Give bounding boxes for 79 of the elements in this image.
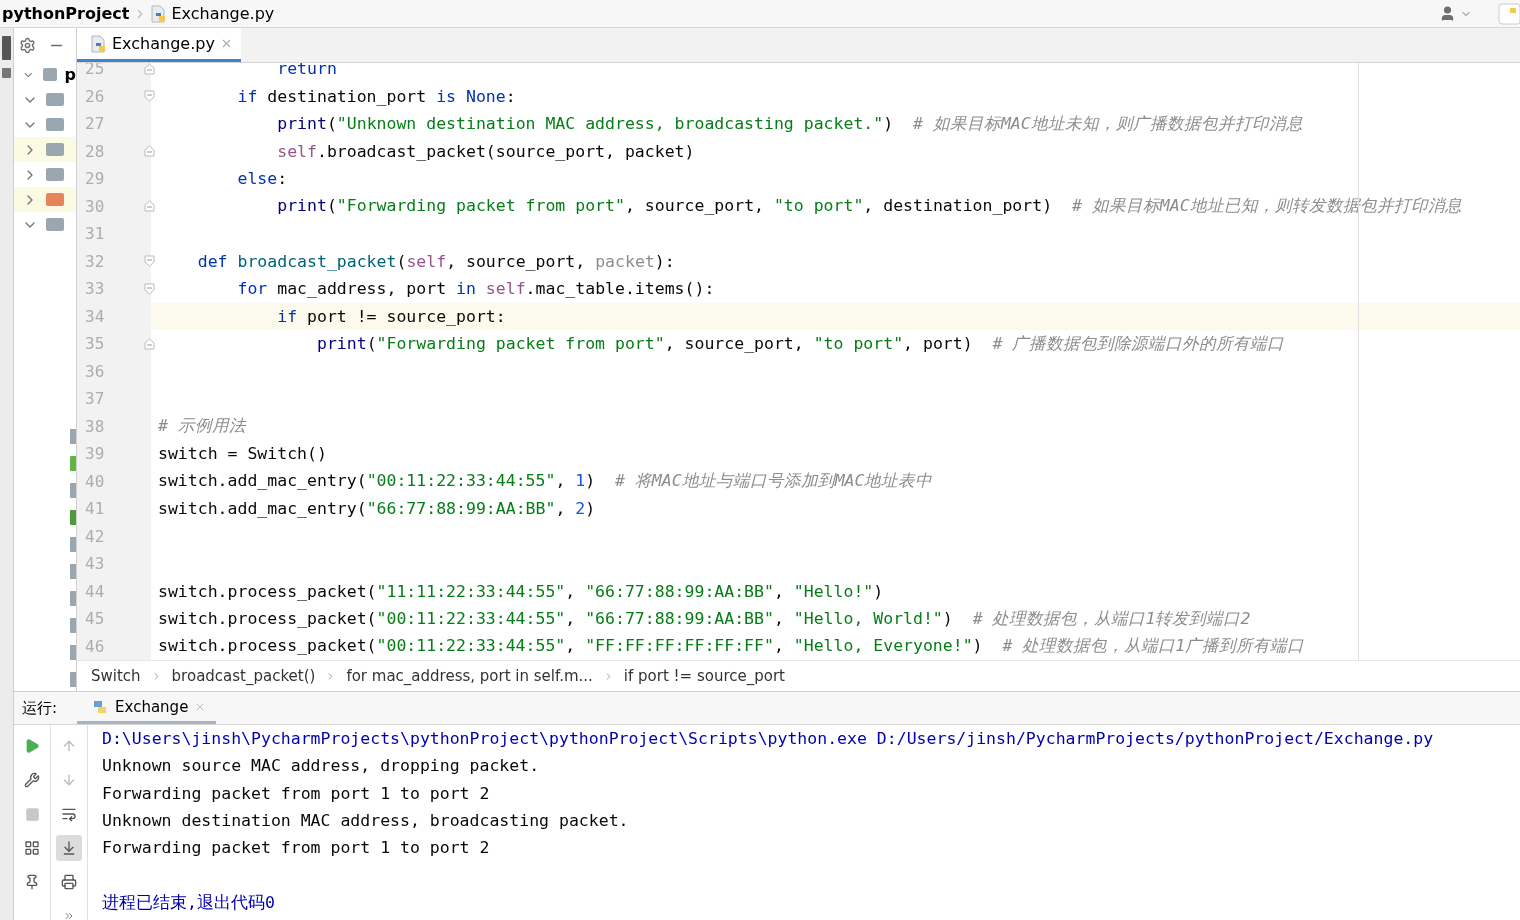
code-line: else: [236, 169, 288, 189]
print-icon[interactable] [61, 874, 77, 890]
console-line: Forwarding packet from port 1 to port 2 [102, 782, 491, 805]
breadcrumb[interactable]: if port != source_port [623, 667, 785, 685]
code-line: switch.process_packet("00:11:22:33:44:55", "66:77:88:99:AA:BB", "Hello, World!") # 处理数据包，从端口1转发到端口2 [157, 607, 1251, 630]
line-number: 32 [84, 251, 105, 271]
fold-icon[interactable] [144, 337, 155, 350]
breadcrumb[interactable]: broadcast_packet() [171, 667, 316, 685]
line-number: 40 [84, 471, 105, 491]
fold-icon[interactable] [144, 145, 155, 158]
line-number: 31 [84, 224, 105, 244]
settings-icon[interactable] [19, 36, 36, 54]
code-line: self.broadcast_packet(source_port, packet) [276, 141, 695, 161]
pin-icon[interactable] [24, 874, 40, 890]
code-line: switch.process_packet("00:11:22:33:44:55", "FF:FF:FF:FF:FF:FF", "Hello, Everyone!") # 处理数据包，从端口1广播到所有端口 [157, 635, 1305, 658]
line-number: 25 [84, 63, 105, 79]
console-line: Unknown source MAC address, dropping packet. [102, 755, 541, 778]
code-line: print("Forwarding packet from port", source_port, "to port", port) # 广播数据包到除源端口外的所有端口 [315, 332, 1285, 355]
code-line: return [276, 63, 337, 79]
line-number: 36 [84, 361, 105, 381]
code-line: def broadcast_packet(self, source_port, packet): [196, 251, 675, 271]
python-file-icon [91, 34, 107, 53]
code-line: switch = Switch() [157, 444, 327, 464]
line-number: 30 [84, 196, 105, 216]
breadcrumb[interactable]: Switch [91, 667, 141, 685]
run-tab[interactable]: Exchange [77, 692, 217, 724]
line-number: 35 [84, 334, 105, 354]
line-number: 45 [84, 609, 105, 629]
line-number: 28 [84, 141, 105, 161]
fold-icon[interactable] [144, 90, 155, 103]
tree-label: p [64, 65, 76, 84]
line-number: 39 [84, 444, 105, 464]
console-line: Forwarding packet from port 1 to port 2 [102, 837, 491, 860]
line-number: 29 [84, 169, 105, 189]
line-number: 27 [84, 114, 105, 134]
wrench-icon[interactable] [24, 772, 40, 788]
line-number: 42 [84, 526, 105, 546]
fold-icon[interactable] [144, 200, 155, 213]
breadcrumb[interactable]: for mac_address, port in self.m... [346, 667, 593, 685]
line-number: 26 [84, 86, 105, 106]
line-number: 46 [84, 636, 105, 656]
play-icon[interactable] [24, 738, 40, 754]
layout-icon[interactable] [24, 840, 40, 856]
user-icon[interactable] [1439, 5, 1456, 22]
code-line: print("Unknown destination MAC address, broadcasting packet.") # 如果目标MAC地址未知，则广播数据包并打印消息 [276, 112, 1303, 135]
fold-icon[interactable] [144, 255, 155, 268]
run-label: 运行: [22, 698, 58, 718]
project-name[interactable]: pythonProject [2, 4, 130, 23]
console-line: Unknown destination MAC address, broadcasting packet. [102, 809, 630, 832]
tree-row[interactable] [14, 137, 76, 162]
line-number: 37 [84, 389, 105, 409]
tree-row[interactable]: p [14, 62, 76, 87]
console-line: D:\Users\jinsh\PycharmProjects\pythonProject\pythonProject\Scripts\python.exe D:/Users/jinsh/PycharmProjects/pythonProject/Exchange.py [102, 728, 1435, 750]
fold-icon[interactable] [144, 63, 155, 75]
line-number: 41 [84, 499, 105, 519]
wrap-icon[interactable] [61, 806, 77, 822]
line-number: 43 [84, 554, 105, 574]
code-line: # 示例用法 [157, 415, 246, 438]
code-line: if destination_port is None: [236, 86, 516, 106]
code-line: switch.add_mac_entry("00:11:22:33:44:55", 1) # 将MAC地址与端口号添加到MAC地址表中 [157, 470, 933, 493]
scroll-to-end-icon[interactable] [61, 840, 77, 856]
code-line: if port != source_port: [276, 306, 506, 326]
line-number: 34 [84, 306, 105, 326]
code-line: switch.process_packet("11:11:22:33:44:55", "66:77:88:99:AA:BB", "Hello!") [157, 581, 884, 601]
stop-icon[interactable] [24, 806, 40, 822]
scroll-to-end-button[interactable] [56, 835, 82, 861]
python-file-icon [151, 4, 168, 23]
line-number: 38 [84, 416, 105, 436]
console-line: 进程已结束,退出代码0 [102, 891, 276, 914]
code-line: for mac_address, port in self.mac_table.items(): [236, 279, 715, 299]
code-line: switch.add_mac_entry("66:77:88:99:AA:BB", 2) [157, 499, 596, 519]
file-name[interactable]: Exchange.py [171, 4, 275, 23]
code-line: print("Forwarding packet from port", source_port, "to port", destination_port) # 如果目标MAC地址已知，则转发数据包并打印消息 [276, 195, 1462, 218]
line-number: 33 [84, 279, 105, 299]
editor-tab[interactable]: Exchange.py [77, 28, 241, 62]
line-number: 44 [84, 581, 105, 601]
tree-row[interactable] [14, 187, 76, 212]
more-icon[interactable] [63, 910, 75, 920]
fold-icon[interactable] [144, 282, 155, 295]
